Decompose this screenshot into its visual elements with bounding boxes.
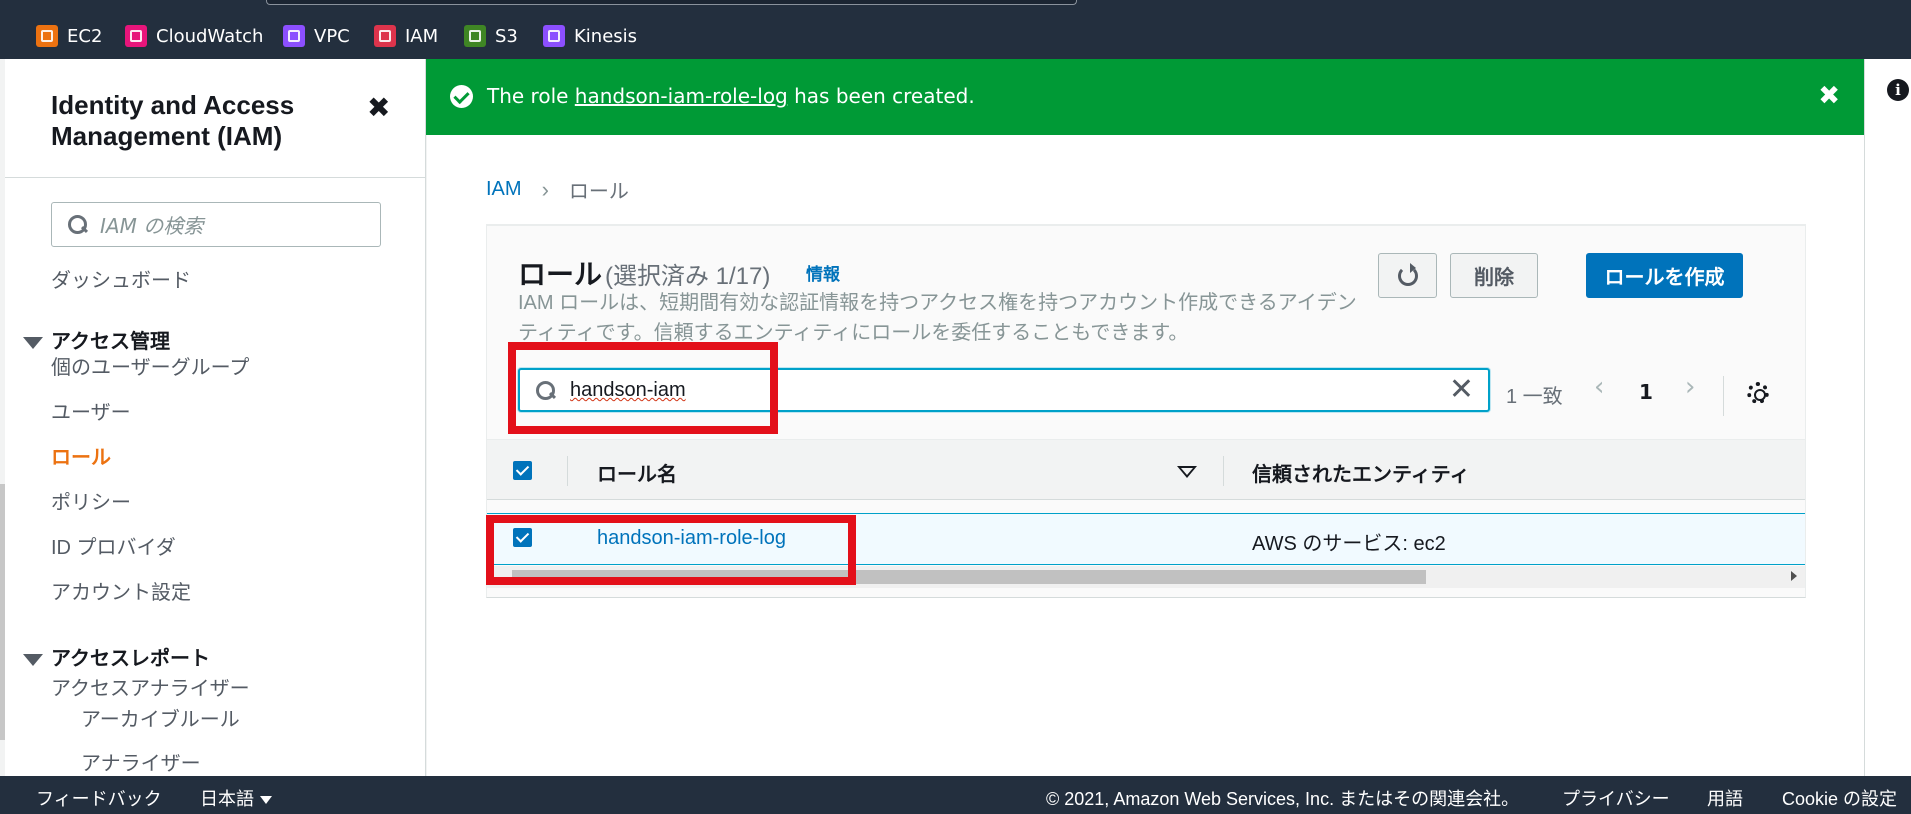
column-divider[interactable]	[1223, 456, 1224, 486]
iam-search-input[interactable]: IAM の検索	[51, 202, 381, 247]
column-divider	[567, 456, 568, 486]
gear-icon[interactable]	[1747, 382, 1769, 404]
refresh-button[interactable]	[1378, 253, 1437, 298]
service-label: Kinesis	[574, 25, 638, 47]
refresh-icon	[1397, 262, 1418, 286]
sidebar-section-access[interactable]: アクセス管理	[23, 325, 170, 354]
sidebar-item-identity-providers[interactable]: ID プロバイダ	[51, 531, 176, 560]
highlight-box-filter	[508, 342, 778, 434]
terms-link[interactable]: 用語	[1707, 785, 1743, 811]
service-label: S3	[495, 25, 518, 47]
trusted-entity-cell: AWS のサービス: ec2	[1252, 533, 1446, 555]
service-shortcut-kinesis[interactable]: Kinesis	[543, 24, 637, 48]
selection-count: (選択済み 1/17)	[605, 263, 771, 290]
cloudwatch-icon	[125, 25, 147, 47]
sidebar-item-access-analyzer[interactable]: アクセスアナライザー	[51, 672, 250, 701]
aws-top-bar: EC2 CloudWatch VPC IAM S3 Kinesis	[0, 0, 1911, 59]
info-panel-icon[interactable]: i	[1887, 79, 1909, 101]
service-label: VPC	[314, 25, 350, 47]
flash-suffix: has been created.	[794, 84, 975, 108]
column-header-trusted-entity[interactable]: 信頼されたエンティティ	[1252, 458, 1470, 487]
sidebar-scrollbar[interactable]	[0, 484, 5, 740]
breadcrumb: IAM › ロール	[486, 175, 629, 204]
roles-description: IAM ロールは、短期間有効な認証情報を持つアクセス権を持つアカウント作成できる…	[518, 292, 1357, 344]
prev-page-icon[interactable]: ‹	[1594, 372, 1604, 402]
column-header-role-name[interactable]: ロール名	[597, 458, 677, 487]
sidebar-section-reports[interactable]: アクセスレポート	[23, 642, 210, 671]
info-link[interactable]: 情報	[806, 260, 840, 285]
service-shortcut-cloudwatch[interactable]: CloudWatch	[125, 24, 263, 48]
create-role-button[interactable]: ロールを作成	[1586, 253, 1743, 298]
language-selector[interactable]: 日本語	[200, 785, 272, 811]
flash-message: The role handson-iam-role-log has been c…	[487, 84, 975, 108]
copyright-text: © 2021, Amazon Web Services, Inc. またはその関…	[1046, 789, 1520, 809]
iam-icon	[374, 25, 396, 47]
service-label: CloudWatch	[156, 25, 264, 47]
feedback-link[interactable]: フィードバック	[36, 785, 162, 811]
s3-icon	[464, 25, 486, 47]
sidebar-item-archive-rules[interactable]: アーカイブルール	[81, 703, 240, 732]
sidebar-item-dashboard[interactable]: ダッシュボード	[51, 264, 191, 293]
section-label: アクセスレポート	[51, 648, 210, 670]
next-page-icon[interactable]: ›	[1685, 372, 1695, 402]
sort-descending-icon[interactable]	[1177, 466, 1197, 478]
service-shortcut-s3[interactable]: S3	[464, 24, 518, 48]
side-navigation: Identity and Access Management (IAM) ✖ I…	[5, 59, 426, 776]
search-placeholder: IAM の検索	[100, 214, 204, 238]
current-page[interactable]: 1	[1639, 380, 1653, 404]
success-flash-banner: The role handson-iam-role-log has been c…	[426, 59, 1864, 135]
caret-down-icon	[23, 653, 43, 666]
select-all-checkbox[interactable]	[513, 461, 532, 480]
service-shortcut-vpc[interactable]: VPC	[283, 24, 350, 48]
success-check-icon	[450, 85, 473, 108]
vpc-icon	[283, 25, 305, 47]
breadcrumb-current: ロール	[568, 181, 629, 203]
match-count: 1 一致	[1506, 386, 1563, 408]
divider	[5, 177, 425, 178]
console-footer: フィードバック 日本語 © 2021, Amazon Web Services,…	[0, 776, 1911, 814]
language-label: 日本語	[200, 789, 254, 809]
divider	[1723, 376, 1724, 416]
section-label: アクセス管理	[51, 331, 170, 353]
delete-button[interactable]: 削除	[1450, 253, 1538, 298]
sidebar-item-user-groups[interactable]: 個のユーザーグループ	[51, 351, 249, 380]
close-nav-icon[interactable]: ✖	[367, 91, 390, 124]
sidebar-item-roles[interactable]: ロール	[51, 441, 111, 470]
ec2-icon	[36, 25, 58, 47]
scroll-right-arrow-icon[interactable]	[1791, 571, 1797, 581]
sidebar-title: Identity and Access Management (IAM)	[51, 90, 295, 151]
highlight-box-row	[486, 515, 856, 585]
breadcrumb-iam[interactable]: IAM	[486, 178, 522, 201]
service-label: EC2	[67, 25, 103, 47]
sidebar-item-account-settings[interactable]: アカウント設定	[51, 576, 191, 605]
address-bar[interactable]	[266, 0, 1077, 5]
roles-heading: ロール	[518, 259, 603, 290]
dismiss-flash-icon[interactable]: ✖	[1818, 81, 1840, 111]
privacy-link[interactable]: プライバシー	[1562, 785, 1670, 811]
search-icon	[68, 214, 88, 235]
created-role-link[interactable]: handson-iam-role-log	[575, 84, 788, 108]
kinesis-icon	[543, 25, 565, 47]
service-shortcut-ec2[interactable]: EC2	[36, 24, 102, 48]
clear-filter-icon[interactable]: ✕	[1449, 375, 1474, 405]
caret-down-icon	[260, 796, 272, 805]
caret-down-icon	[23, 336, 43, 349]
table-header: ロール名 信頼されたエンティティ	[487, 439, 1805, 500]
cookie-settings-link[interactable]: Cookie の設定	[1782, 785, 1897, 811]
flash-prefix: The role	[487, 84, 569, 108]
tools-panel-gutter	[1864, 59, 1911, 776]
sidebar-item-policies[interactable]: ポリシー	[51, 486, 131, 515]
sidebar-item-analyzers[interactable]: アナライザー	[81, 747, 201, 776]
service-label: IAM	[405, 25, 439, 47]
sidebar-item-users[interactable]: ユーザー	[51, 396, 131, 425]
chevron-right-icon: ›	[541, 176, 549, 202]
service-shortcut-iam[interactable]: IAM	[374, 24, 438, 48]
